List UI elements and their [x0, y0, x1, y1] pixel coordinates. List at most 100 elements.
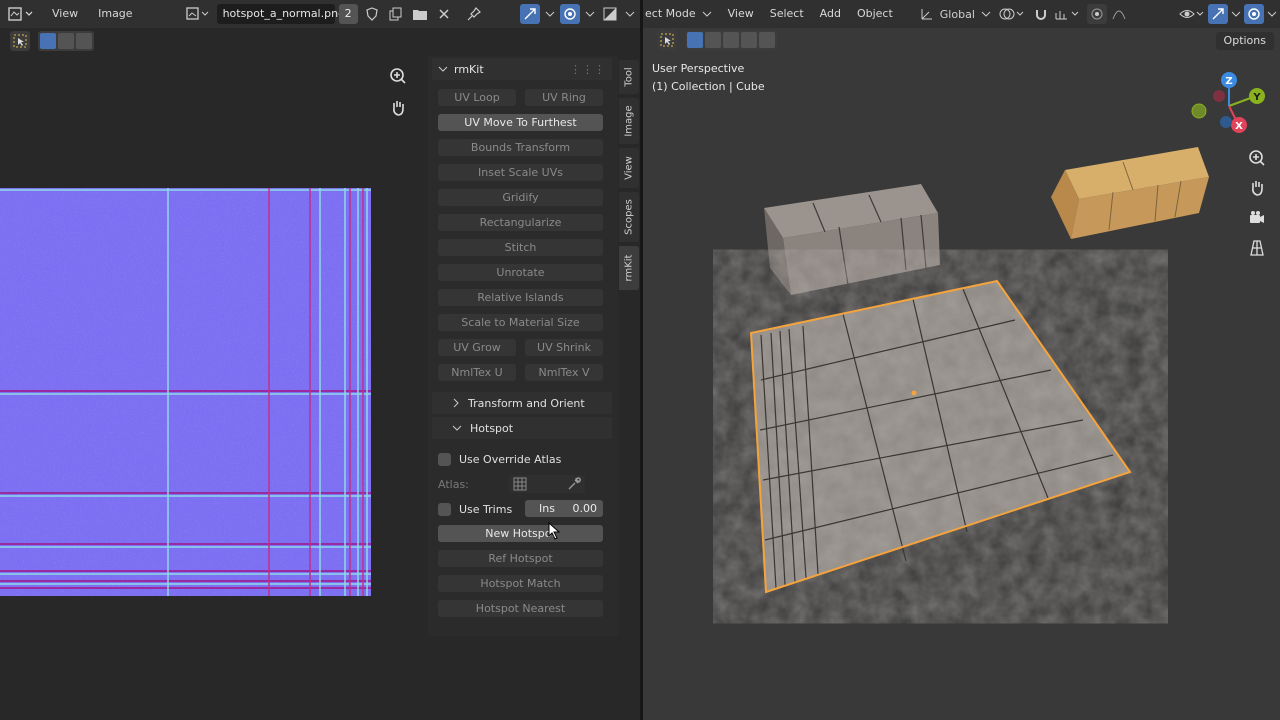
overlay-toggle-icon[interactable]	[560, 4, 580, 24]
image-browse-button[interactable]	[185, 4, 213, 24]
normal-map-texture[interactable]	[0, 188, 371, 596]
hotspot-nearest-button[interactable]: Hotspot Nearest	[438, 600, 603, 617]
use-trims-row[interactable]: Use Trims	[438, 500, 512, 518]
inset-label: Ins	[539, 502, 555, 515]
pin-icon[interactable]	[464, 4, 484, 24]
chevron-down-icon[interactable]	[624, 4, 636, 24]
selected-plane-object	[749, 279, 1132, 594]
object-mode-dropdown[interactable]: ect Mode	[645, 4, 719, 24]
gizmo-toggle-icon[interactable]	[520, 4, 540, 24]
uv-loop-button[interactable]: UV Loop	[438, 89, 516, 106]
pan-hand-icon[interactable]	[386, 96, 410, 120]
bounds-transform-button[interactable]: Bounds Transform	[438, 139, 603, 156]
wood-box-object	[1051, 147, 1209, 239]
drag-handle-icon[interactable]: ⋮⋮⋮	[570, 63, 606, 76]
nmltex-u-button[interactable]: NmlTex U	[438, 364, 516, 381]
gridify-button[interactable]: Gridify	[438, 189, 603, 206]
inset-scale-uvs-button[interactable]: Inset Scale UVs	[438, 164, 603, 181]
tab-rmkit[interactable]: rmKit	[619, 246, 639, 290]
navigation-gizmo[interactable]: Z Y X	[1185, 70, 1271, 136]
rmkit-sidebar: rmKit ⋮⋮⋮ UV Loop UV Ring UV Move To Fur…	[428, 56, 618, 636]
select-tool-icon[interactable]	[10, 31, 30, 51]
rectangularize-button[interactable]: Rectangularize	[438, 214, 603, 231]
use-trims-checkbox[interactable]	[438, 502, 451, 516]
zoom-icon[interactable]	[386, 64, 410, 88]
mode-intersect-icon[interactable]	[759, 32, 775, 48]
pivot-point-icon[interactable]	[997, 4, 1029, 24]
uv-shrink-button[interactable]: UV Shrink	[525, 339, 603, 356]
hotspot-match-button[interactable]: Hotspot Match	[438, 575, 603, 592]
image-name-field[interactable]: hotspot_a_normal.png	[216, 4, 345, 24]
relative-islands-button[interactable]: Relative Islands	[438, 289, 603, 306]
camera-view-icon[interactable]	[1245, 206, 1269, 230]
menu-add[interactable]: Add	[813, 4, 848, 24]
uv-move-to-furthest-button[interactable]: UV Move To Furthest	[438, 114, 603, 131]
view-name-text: User Perspective	[652, 62, 745, 75]
select-tool-icon[interactable]	[657, 30, 677, 50]
editor-type-button[interactable]	[4, 4, 40, 24]
nmltex-v-button[interactable]: NmlTex V	[525, 364, 603, 381]
mode-subtract-icon[interactable]	[76, 33, 92, 49]
zoom-icon[interactable]	[1245, 146, 1269, 170]
transform-orientation-dropdown[interactable]: Global	[916, 4, 995, 24]
mode-difference-icon[interactable]	[741, 32, 757, 48]
proportional-edit-icon[interactable]	[1086, 4, 1107, 24]
chevron-down-icon[interactable]	[1230, 4, 1242, 24]
uv-grow-button[interactable]: UV Grow	[438, 339, 516, 356]
pan-hand-icon[interactable]	[1245, 176, 1269, 200]
transform-and-orient-subpanel[interactable]: Transform and Orient	[432, 392, 612, 414]
chevron-down-icon[interactable]	[1266, 4, 1278, 24]
global-axes-icon	[921, 9, 932, 20]
chevron-down-icon[interactable]	[584, 4, 596, 24]
3d-viewport[interactable]: ect Mode View Select Add Object Global O…	[643, 0, 1280, 720]
perspective-grid-icon[interactable]	[1245, 236, 1269, 260]
display-channels-icon[interactable]	[600, 4, 620, 24]
mode-subtract-icon[interactable]	[723, 32, 739, 48]
menu-view[interactable]: View	[721, 4, 761, 24]
snap-magnet-icon[interactable]	[1031, 4, 1051, 24]
mode-extend-icon[interactable]	[58, 33, 74, 49]
gizmo-neg-x-axis[interactable]	[1213, 90, 1225, 102]
visibility-eye-icon[interactable]	[1178, 4, 1206, 24]
uv-ring-button[interactable]: UV Ring	[525, 89, 603, 106]
new-hotspot-button[interactable]: New Hotspot	[438, 525, 603, 542]
menu-object[interactable]: Object	[850, 4, 900, 24]
menu-select[interactable]: Select	[763, 4, 811, 24]
gizmo-toggle-icon[interactable]	[1208, 4, 1228, 24]
ref-hotspot-button[interactable]: Ref Hotspot	[438, 550, 603, 567]
chevron-down-icon[interactable]	[544, 4, 556, 24]
mode-set-icon[interactable]	[687, 32, 703, 48]
atlas-field[interactable]	[508, 475, 585, 493]
chevron-right-icon	[453, 398, 459, 408]
overlay-toggle-icon[interactable]	[1244, 4, 1264, 24]
unrotate-button[interactable]: Unrotate	[438, 264, 603, 281]
menu-image[interactable]: Image	[90, 4, 140, 24]
open-folder-icon[interactable]	[410, 4, 430, 24]
hotspot-subpanel[interactable]: Hotspot	[432, 417, 612, 439]
mode-set-icon[interactable]	[40, 33, 56, 49]
duplicate-image-icon[interactable]	[386, 4, 406, 24]
collection-info-text: (1) Collection | Cube	[652, 80, 765, 93]
inset-value-field[interactable]: Ins 0.00	[525, 500, 603, 517]
tab-scopes[interactable]: Scopes	[619, 192, 639, 242]
use-override-atlas-checkbox[interactable]	[438, 452, 451, 466]
use-override-atlas-row[interactable]: Use Override Atlas	[438, 450, 561, 468]
falloff-curve-icon[interactable]	[1109, 4, 1129, 24]
scale-to-material-size-button[interactable]: Scale to Material Size	[438, 314, 603, 331]
unlink-image-close-icon[interactable]	[434, 4, 454, 24]
gizmo-neg-y-axis[interactable]	[1191, 103, 1207, 119]
stitch-button[interactable]: Stitch	[438, 239, 603, 256]
snap-target-icon[interactable]	[1053, 4, 1085, 24]
image-user-count[interactable]: 2	[338, 4, 358, 24]
fake-user-shield-icon[interactable]	[362, 4, 382, 24]
menu-view[interactable]: View	[44, 4, 86, 24]
gizmo-neg-z-axis[interactable]	[1220, 116, 1232, 128]
options-dropdown[interactable]: Options	[1215, 32, 1274, 50]
uv-editor-header: View Image hotspot_a_normal.png 2	[0, 0, 640, 28]
uv-navigation-tools	[386, 64, 410, 120]
tab-image[interactable]: Image	[619, 98, 639, 144]
mode-extend-icon[interactable]	[705, 32, 721, 48]
rmkit-panel-header[interactable]: rmKit ⋮⋮⋮	[432, 58, 612, 80]
tab-view[interactable]: View	[619, 148, 639, 188]
tab-tool[interactable]: Tool	[619, 60, 639, 94]
